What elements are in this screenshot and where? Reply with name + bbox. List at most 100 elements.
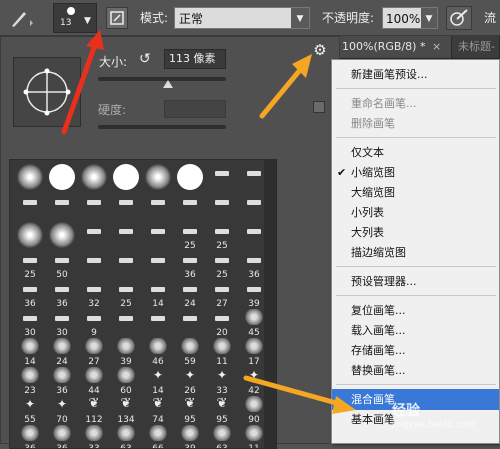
brush-preset-tool[interactable]: 25 xyxy=(206,249,238,281)
brush-preset-texture[interactable]: 27 xyxy=(78,336,110,368)
brush-preset-tool[interactable]: 32 xyxy=(78,278,110,310)
menu-item[interactable]: 仅文本 xyxy=(332,142,499,163)
brush-preset-tool[interactable] xyxy=(78,220,110,252)
brush-preset-soft-round[interactable] xyxy=(14,220,46,252)
brush-preset-tool[interactable] xyxy=(142,220,174,252)
tab-document-active[interactable]: 100%(RGB/8) * × xyxy=(336,36,452,58)
brush-preset-soft-round[interactable] xyxy=(46,220,78,252)
brush-preset-star[interactable]: ✦ 26 xyxy=(174,365,206,397)
brush-preset-tool[interactable] xyxy=(238,220,270,252)
hardness-slider[interactable] xyxy=(98,125,226,129)
brush-preset-texture[interactable]: 46 xyxy=(142,336,174,368)
brush-preset-tool[interactable] xyxy=(78,191,110,223)
tab-document-untitled[interactable]: 未标题- xyxy=(452,36,500,58)
menu-item[interactable]: ✔ 小缩览图 xyxy=(332,162,499,183)
brush-preset-tool[interactable]: 27 xyxy=(206,278,238,310)
brush-preset-tool[interactable]: 25 xyxy=(174,220,206,252)
brush-preset-texture[interactable]: 14 xyxy=(14,336,46,368)
brush-preset-tool[interactable]: 30 xyxy=(46,307,78,339)
brush-preset-texture[interactable]: 11 xyxy=(238,423,270,448)
brush-preset-tool[interactable] xyxy=(174,191,206,223)
brush-preset-tool[interactable]: 50 xyxy=(46,249,78,281)
brush-preset-tool[interactable] xyxy=(142,191,174,223)
brush-preset-texture[interactable]: 36 xyxy=(46,365,78,397)
brush-preset-tool[interactable] xyxy=(110,307,142,339)
brush-preset-leaf[interactable]: ❦ 95 xyxy=(174,394,206,426)
brush-preset-tool[interactable] xyxy=(14,191,46,223)
brush-preset-texture[interactable]: 36 xyxy=(14,423,46,448)
brush-preset-star[interactable]: ✦ 42 xyxy=(238,365,270,397)
brush-preset-texture[interactable]: 33 xyxy=(78,423,110,448)
brush-preset-button[interactable]: 13 ▼ xyxy=(53,3,97,33)
brush-preset-tool[interactable] xyxy=(206,162,238,194)
brush-preset-tool[interactable] xyxy=(110,220,142,252)
brush-preset-star[interactable]: ✦ 33 xyxy=(206,365,238,397)
brush-preset-texture[interactable]: 24 xyxy=(46,336,78,368)
reset-size-icon[interactable]: ↺ xyxy=(139,51,151,67)
brush-preset-soft-round[interactable] xyxy=(78,162,110,194)
brush-preset-texture[interactable]: 39 xyxy=(174,423,206,448)
size-slider[interactable] xyxy=(98,77,226,88)
gear-icon[interactable]: ⚙ xyxy=(312,42,328,58)
brush-preset-tool[interactable] xyxy=(174,307,206,339)
brush-preset-tool[interactable] xyxy=(206,191,238,223)
menu-item[interactable]: 预设管理器... xyxy=(332,271,499,292)
brush-preset-soft-round[interactable] xyxy=(142,162,174,194)
brush-preset-texture[interactable]: 44 xyxy=(78,365,110,397)
menu-item[interactable]: 大列表 xyxy=(332,222,499,243)
brush-preset-tool[interactable] xyxy=(238,191,270,223)
brush-preset-tool[interactable]: 20 xyxy=(206,307,238,339)
brush-preset-texture[interactable]: 45 xyxy=(238,307,270,339)
brush-preset-tool[interactable]: 36 xyxy=(238,249,270,281)
close-icon[interactable]: × xyxy=(432,40,441,53)
brush-preset-tool[interactable]: 36 xyxy=(46,278,78,310)
brush-preset-tool[interactable]: 36 xyxy=(174,249,206,281)
mode-select[interactable]: 正常 ▼ xyxy=(174,7,310,29)
brush-preset-tool[interactable]: 25 xyxy=(110,278,142,310)
brush-preset-tool[interactable]: 25 xyxy=(14,249,46,281)
brush-preset-soft-round[interactable] xyxy=(14,162,46,194)
brush-preset-texture[interactable]: 39 xyxy=(110,336,142,368)
toggle-brush-panel-icon[interactable] xyxy=(106,7,128,29)
hardness-input[interactable] xyxy=(164,100,226,118)
brush-preset-texture[interactable]: 63 xyxy=(206,423,238,448)
brush-preset-tool[interactable]: 30 xyxy=(14,307,46,339)
opacity-input[interactable]: 100% ▼ xyxy=(382,7,438,29)
brush-preset-texture[interactable]: 17 xyxy=(238,336,270,368)
brush-preset-leaf[interactable]: ❦ 134 xyxy=(110,394,142,426)
size-input[interactable]: 113 像素 xyxy=(164,49,226,69)
brush-preset-tool[interactable]: 14 xyxy=(142,278,174,310)
brush-preset-tool[interactable] xyxy=(110,191,142,223)
brush-preset-texture[interactable]: 63 xyxy=(110,423,142,448)
brush-preset-tool[interactable] xyxy=(142,249,174,281)
menu-item[interactable]: 替换画笔... xyxy=(332,360,499,381)
brush-preset-tool[interactable] xyxy=(110,249,142,281)
brush-preset-hard-round[interactable] xyxy=(110,162,142,194)
brush-preset-hard-round[interactable] xyxy=(46,162,78,194)
brush-preset-texture[interactable]: 60 xyxy=(110,365,142,397)
menu-item[interactable]: 复位画笔... xyxy=(332,300,499,321)
brush-preset-texture[interactable]: 23 xyxy=(14,365,46,397)
brush-preset-tool[interactable]: 24 xyxy=(174,278,206,310)
brush-preset-leaf[interactable]: ❦ 74 xyxy=(142,394,174,426)
brush-preset-tool[interactable] xyxy=(238,162,270,194)
panel-menu-icon[interactable] xyxy=(313,101,325,113)
size-slider-thumb[interactable] xyxy=(163,80,174,88)
brush-preset-tool[interactable]: 9 xyxy=(78,307,110,339)
brush-preset-texture[interactable]: 36 xyxy=(46,423,78,448)
brush-preset-leaf[interactable]: ❦ 95 xyxy=(206,394,238,426)
brush-preset-tool[interactable]: 36 xyxy=(14,278,46,310)
brush-preset-texture[interactable]: 59 xyxy=(174,336,206,368)
menu-item[interactable]: 小列表 xyxy=(332,202,499,223)
brush-preset-texture[interactable]: 11 xyxy=(206,336,238,368)
brush-preset-star[interactable]: ✦ 14 xyxy=(142,365,174,397)
brush-preset-star[interactable]: ✦ 70 xyxy=(46,394,78,426)
menu-item[interactable]: 存储画笔... xyxy=(332,340,499,361)
brush-preset-tool[interactable]: 25 xyxy=(206,220,238,252)
brush-preset-hard-round[interactable] xyxy=(174,162,206,194)
brush-preset-tool[interactable] xyxy=(78,249,110,281)
brush-preset-tool[interactable] xyxy=(46,191,78,223)
menu-item[interactable]: 描边缩览图 xyxy=(332,242,499,263)
brush-preset-tool[interactable]: 39 xyxy=(238,278,270,310)
brush-preset-texture[interactable]: 66 xyxy=(142,423,174,448)
